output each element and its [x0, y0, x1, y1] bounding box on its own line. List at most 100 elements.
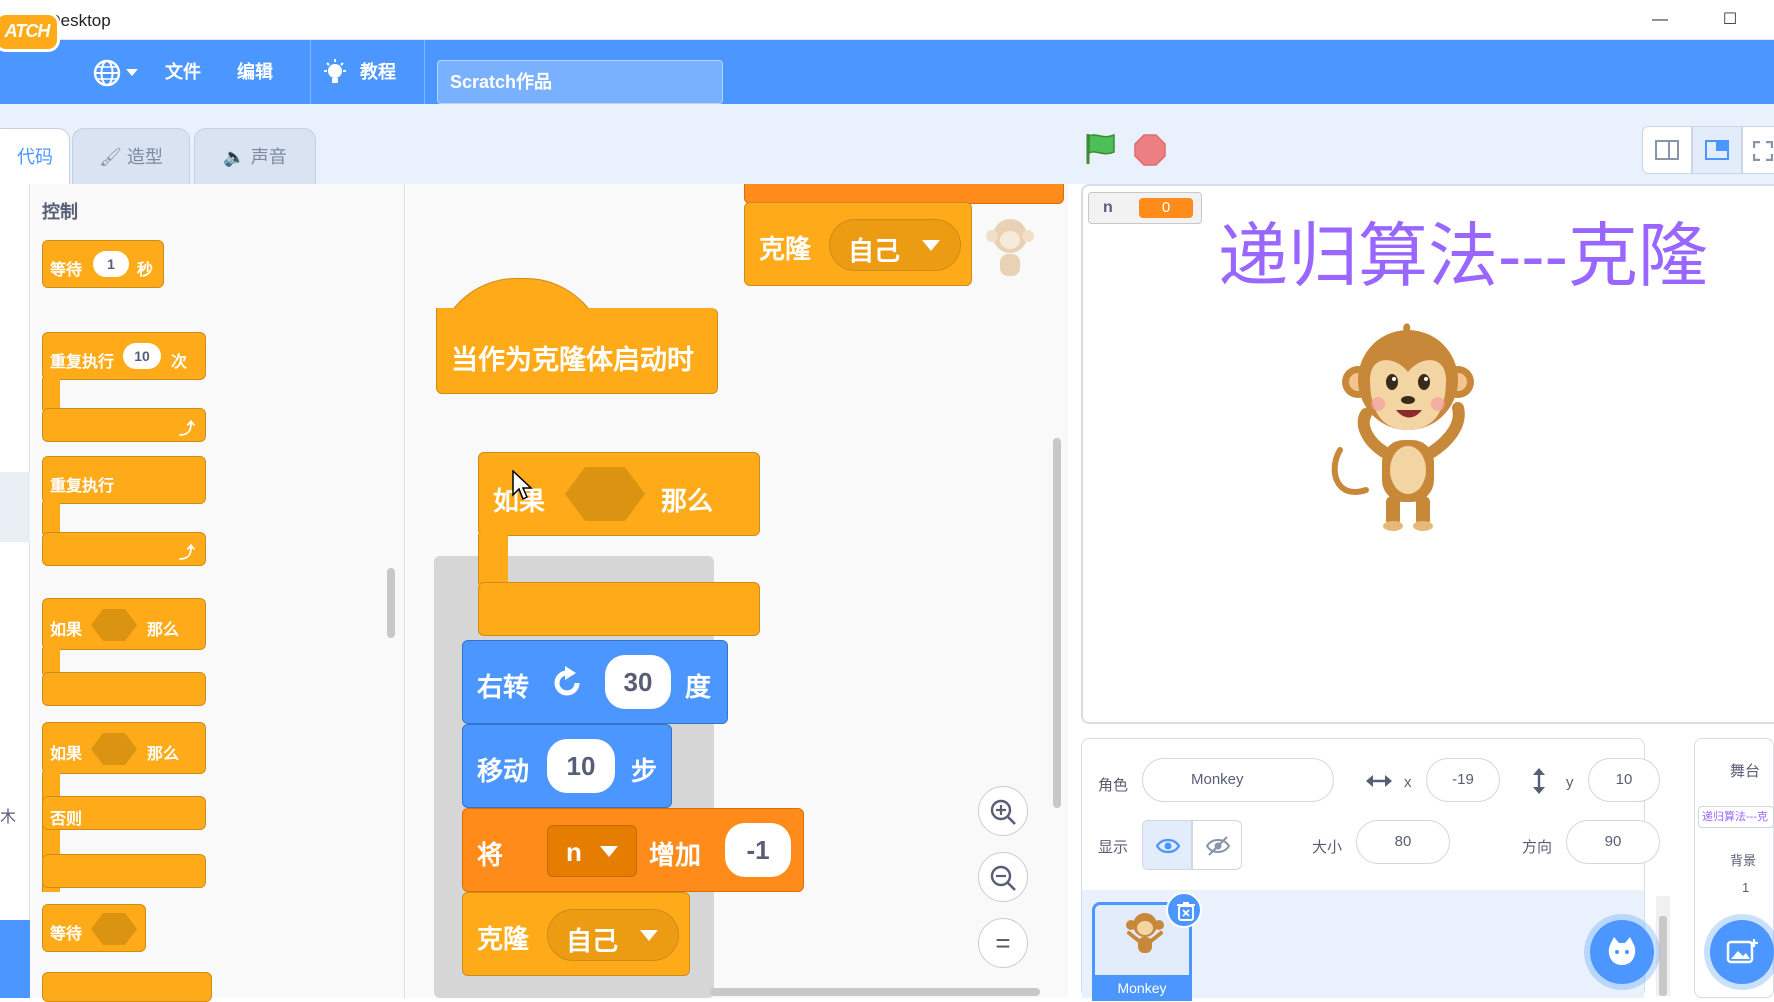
sprite-list-scrollbar[interactable]: [1656, 896, 1670, 996]
choose-sprite-button[interactable]: [1590, 920, 1654, 984]
palette-block-forever[interactable]: 重复执行 ⤴: [42, 456, 206, 566]
backdrop-thumbnail[interactable]: 递归算法---克: [1698, 806, 1774, 828]
y-label: y: [1566, 774, 1574, 791]
monitor-label: n: [1103, 199, 1113, 216]
choose-backdrop-button[interactable]: [1710, 920, 1774, 984]
zoom-reset-button[interactable]: =: [978, 918, 1028, 968]
variable-dropdown[interactable]: n: [547, 825, 637, 877]
window-titlebar: [0, 0, 1774, 40]
tutorials-menu[interactable]: 教程: [360, 40, 396, 104]
block-top: 重复执行: [42, 456, 206, 504]
block-text: 那么: [147, 746, 180, 763]
stage-title-text: 递归算法---克隆: [1218, 217, 1708, 295]
block-bottom: ⤴: [42, 532, 206, 566]
script-block-clone-top[interactable]: 克隆 自己: [744, 202, 972, 286]
stop-icon[interactable]: [1134, 134, 1166, 166]
file-menu[interactable]: 文件: [165, 40, 201, 104]
zoom-in-icon: [990, 799, 1016, 825]
block-arm: [42, 378, 60, 410]
delete-sprite-button[interactable]: [1166, 892, 1202, 928]
x-label: x: [1404, 774, 1412, 791]
direction-input[interactable]: 90: [1566, 820, 1660, 864]
block-text: 将: [477, 840, 504, 870]
fullscreen-button[interactable]: [1742, 126, 1774, 174]
small-stage-button[interactable]: [1642, 126, 1692, 174]
caret-down-icon: [922, 240, 940, 251]
size-input[interactable]: 80: [1356, 820, 1450, 864]
tab-costumes[interactable]: 🖌 造型: [72, 128, 190, 184]
block-bottom: [42, 854, 206, 888]
stage-pane-label: 舞台: [1730, 763, 1761, 780]
tab-sounds[interactable]: 🔈 声音: [194, 128, 316, 184]
condition-slot[interactable]: [91, 913, 137, 945]
scratch-logo[interactable]: ATCH: [0, 12, 60, 52]
condition-slot[interactable]: [565, 467, 645, 521]
block-text: 如果: [50, 746, 83, 763]
fullscreen-icon: [1752, 140, 1774, 162]
green-flag-icon[interactable]: [1084, 132, 1116, 166]
x-input[interactable]: -19: [1426, 758, 1500, 802]
block-arm: [42, 648, 60, 674]
globe-icon: [93, 59, 121, 87]
script-scrollbar-horizontal[interactable]: [710, 988, 1040, 996]
category-selected[interactable]: [0, 472, 30, 542]
show-sprite-button[interactable]: [1142, 820, 1192, 870]
speaker-icon: 🔈: [223, 147, 246, 167]
palette-block-if-else[interactable]: 如果 那么 否则: [42, 722, 206, 892]
image-add-icon: [1726, 939, 1758, 964]
sprite-watermark-icon: [986, 219, 1034, 276]
clone-target-dropdown[interactable]: 自己: [547, 909, 679, 961]
tab-code[interactable]: 代码: [0, 128, 70, 184]
script-hat-when-clone-starts[interactable]: 当作为克隆体启动时: [436, 278, 718, 394]
category-extension[interactable]: [0, 920, 30, 998]
script-block-change-variable[interactable]: 将 n 增加 -1: [462, 808, 804, 892]
category-menu[interactable]: [0, 184, 30, 998]
language-menu[interactable]: [90, 40, 146, 104]
block-text: 克隆: [759, 234, 812, 264]
change-amount-input[interactable]: -1: [725, 823, 791, 877]
loop-arrow-icon: ⤴: [178, 545, 195, 562]
script-block-partial-variable[interactable]: [744, 184, 1064, 204]
palette-scrollbar[interactable]: [387, 568, 395, 638]
sprite-name-input[interactable]: Monkey: [1142, 758, 1334, 802]
zoom-out-button[interactable]: [978, 852, 1028, 902]
hide-sprite-button[interactable]: [1192, 820, 1242, 870]
menu-divider: [310, 40, 311, 104]
hat-body: 当作为克隆体启动时: [436, 308, 718, 394]
menu-divider: [424, 40, 425, 104]
move-steps-input[interactable]: 10: [547, 739, 615, 793]
palette-block-if[interactable]: 如果 那么: [42, 598, 206, 706]
vertical-arrows-icon: [1533, 768, 1545, 794]
condition-slot[interactable]: [91, 733, 137, 765]
turn-degrees-input[interactable]: 30: [605, 655, 671, 709]
caret-down-icon: [126, 69, 138, 76]
horizontal-arrows-icon: [1366, 775, 1392, 787]
edit-menu[interactable]: 编辑: [237, 40, 273, 104]
monkey-sprite[interactable]: [1326, 320, 1488, 534]
block-top: 如果 那么: [42, 598, 206, 650]
project-title-input[interactable]: Scratch作品: [437, 60, 723, 104]
clone-target-dropdown[interactable]: 自己: [829, 219, 961, 271]
palette-block-wait-until[interactable]: 等待: [42, 904, 146, 952]
scroll-thumb[interactable]: [1659, 916, 1667, 996]
size-label: 大小: [1312, 839, 1343, 856]
block-bottom: [42, 672, 206, 706]
wait-seconds-input[interactable]: 1: [93, 251, 129, 277]
block-middle: 否则: [42, 796, 206, 830]
palette-block-wait[interactable]: 等待 1 秒: [42, 240, 164, 288]
palette-block-repeat[interactable]: 重复执行 10 次 ⤴: [42, 332, 206, 442]
variable-monitor-n[interactable]: n 0: [1088, 192, 1202, 224]
script-scrollbar-vertical[interactable]: [1053, 438, 1061, 808]
y-input[interactable]: 10: [1588, 758, 1660, 802]
normal-stage-button[interactable]: [1692, 126, 1742, 174]
condition-slot[interactable]: [91, 609, 137, 641]
script-block-turn-right[interactable]: 右转 30 度: [462, 640, 728, 724]
minimize-button[interactable]: —: [1648, 8, 1672, 32]
block-text: 否则: [50, 811, 83, 828]
maximize-button[interactable]: ☐: [1718, 8, 1742, 32]
script-block-clone[interactable]: 克隆 自己: [462, 892, 690, 976]
zoom-in-button[interactable]: [978, 786, 1028, 836]
script-block-move[interactable]: 移动 10 步: [462, 724, 672, 808]
trash-icon: [1177, 902, 1195, 921]
repeat-count-input[interactable]: 10: [123, 343, 161, 369]
